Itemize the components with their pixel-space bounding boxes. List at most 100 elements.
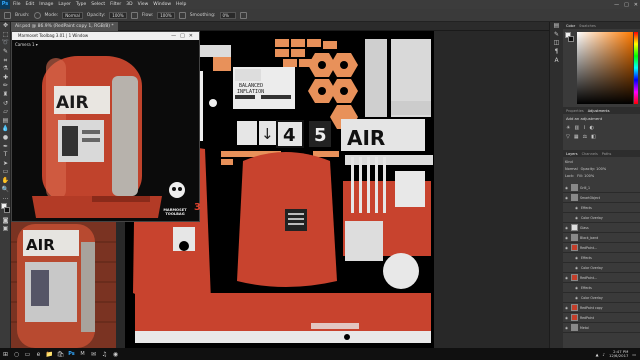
menu-view[interactable]: View xyxy=(138,2,149,7)
eyedropper-tool-icon[interactable]: ⚗ xyxy=(0,65,11,74)
hue-slider[interactable] xyxy=(634,32,638,104)
smoothing-field[interactable]: 0% xyxy=(219,11,236,19)
paragraph-panel-icon[interactable]: ¶ xyxy=(550,48,563,57)
stamp-tool-icon[interactable]: ♜ xyxy=(0,91,11,100)
layer-visibility-icon[interactable]: ◉ xyxy=(565,236,569,240)
dodge-tool-icon[interactable]: ● xyxy=(0,134,11,143)
tab-paths[interactable]: Paths xyxy=(602,152,612,156)
more-tools-icon[interactable]: … xyxy=(0,194,11,203)
mode-select[interactable]: Normal xyxy=(62,11,83,19)
healing-tool-icon[interactable]: ✚ xyxy=(0,74,11,83)
quick-mask-icon[interactable]: ◙ xyxy=(0,216,11,225)
brush-panel-icon[interactable]: ✎ xyxy=(550,31,563,40)
bw-icon[interactable]: ◧ xyxy=(591,134,596,140)
start-button-icon[interactable]: ⊞ xyxy=(0,348,11,360)
marquee-tool-icon[interactable]: ⬚ xyxy=(0,31,11,40)
tab-swatches[interactable]: Swatches xyxy=(579,24,596,28)
curves-icon[interactable]: ⌇ xyxy=(583,125,585,131)
layer-row[interactable]: ◉ Color Overlay xyxy=(563,293,640,303)
layer-row[interactable]: ◉ Black_band xyxy=(563,233,640,243)
lasso-tool-icon[interactable]: ➰ xyxy=(0,39,11,48)
layer-row[interactable]: ◉ RedPaint xyxy=(563,313,640,323)
layer-row[interactable]: ◉ RedPaint copy xyxy=(563,303,640,313)
photoshop-taskbar-icon[interactable]: Ps xyxy=(66,348,77,360)
brush-picker-icon[interactable] xyxy=(33,11,41,19)
layer-row[interactable]: ◉ Grill_1 xyxy=(563,183,640,193)
layer-visibility-icon[interactable]: ◉ xyxy=(575,286,579,290)
color-balance-icon[interactable]: ⚖ xyxy=(583,134,587,140)
pressure-opacity-icon[interactable] xyxy=(130,11,138,19)
tab-channels[interactable]: Channels xyxy=(582,152,598,156)
store-icon[interactable]: 🛍 xyxy=(55,348,66,360)
gradient-tool-icon[interactable]: ▤ xyxy=(0,117,11,126)
layer-visibility-icon[interactable]: ◉ xyxy=(575,206,579,210)
brush-tool-preset-icon[interactable] xyxy=(4,11,11,19)
search-icon[interactable]: ○ xyxy=(11,348,22,360)
menu-filter[interactable]: Filter xyxy=(110,2,121,7)
edge-browser-icon[interactable]: e xyxy=(33,348,44,360)
flow-field[interactable]: 100% xyxy=(157,11,175,19)
layer-visibility-icon[interactable]: ◉ xyxy=(565,186,569,190)
marmoset-taskbar-icon[interactable]: M xyxy=(77,348,88,360)
app-icon[interactable]: ◉ xyxy=(110,348,121,360)
file-explorer-icon[interactable]: 📁 xyxy=(44,348,55,360)
layer-blend-mode[interactable]: Normal xyxy=(565,167,578,171)
toolbag-window-controls[interactable]: —□✕ xyxy=(171,32,197,40)
layer-row[interactable]: ◉ Effects xyxy=(563,283,640,293)
menu-file[interactable]: File xyxy=(13,2,21,7)
color-bg-swatch[interactable] xyxy=(568,36,574,42)
clone-panel-icon[interactable]: ◫ xyxy=(550,39,563,48)
volume-icon[interactable]: ♪ xyxy=(603,352,605,357)
airbrush-icon[interactable] xyxy=(178,11,186,19)
toolbag-window[interactable]: Marmoset Toolbag 3.01 | 1 Window —□✕ Cam… xyxy=(11,31,201,222)
layer-row[interactable]: ◉ RedPaint... xyxy=(563,243,640,253)
color-swatches[interactable] xyxy=(0,202,10,216)
levels-icon[interactable]: ▥ xyxy=(574,125,579,131)
shape-tool-icon[interactable]: ▭ xyxy=(0,168,11,177)
path-select-tool-icon[interactable]: ➤ xyxy=(0,160,11,169)
vibrance-icon[interactable]: ▽ xyxy=(566,134,570,140)
mail-icon[interactable]: ✉ xyxy=(88,348,99,360)
layer-visibility-icon[interactable]: ◉ xyxy=(565,326,569,330)
tab-adjustments[interactable]: Adjustments xyxy=(588,109,610,113)
layer-visibility-icon[interactable]: ◉ xyxy=(575,256,579,260)
brush-tool-icon[interactable]: ✏ xyxy=(0,82,11,91)
blur-tool-icon[interactable]: 💧 xyxy=(0,125,11,134)
clock[interactable]: 2:47 PM 12/6/2017 xyxy=(609,349,628,359)
eraser-tool-icon[interactable]: ▱ xyxy=(0,108,11,117)
quick-select-tool-icon[interactable]: ✎ xyxy=(0,48,11,57)
layer-fill[interactable]: Fill: 100% xyxy=(577,174,594,178)
document-tab[interactable]: Air.psd @ 86.9% (RedPaint copy 1, RGB/8)… xyxy=(11,22,118,31)
notifications-icon[interactable]: ▭ xyxy=(632,352,636,357)
tab-layers[interactable]: Layers xyxy=(566,152,578,156)
layer-row[interactable]: ◉ Glass xyxy=(563,223,640,233)
type-tool-icon[interactable]: T xyxy=(0,151,11,160)
layer-visibility-icon[interactable]: ◉ xyxy=(575,216,579,220)
layer-visibility-icon[interactable]: ◉ xyxy=(565,196,569,200)
maximize-button[interactable]: □ xyxy=(624,2,629,8)
layer-row[interactable]: ◉ Color Overlay xyxy=(563,263,640,273)
layer-row[interactable]: ◉ Effects xyxy=(563,253,640,263)
layer-visibility-icon[interactable]: ◉ xyxy=(575,266,579,270)
layer-row[interactable]: ◉ SmartObject xyxy=(563,193,640,203)
opacity-field[interactable]: 100% xyxy=(109,11,127,19)
layer-opacity[interactable]: Opacity: 100% xyxy=(581,167,607,171)
pressure-size-icon[interactable] xyxy=(239,11,247,19)
filter-kind[interactable]: Kind xyxy=(565,160,573,164)
move-tool-icon[interactable]: ✥ xyxy=(0,22,11,31)
layer-visibility-icon[interactable]: ◉ xyxy=(565,246,569,250)
history-panel-icon[interactable]: ▤ xyxy=(550,22,563,31)
hue-sat-icon[interactable]: ▦ xyxy=(574,134,579,140)
crop-tool-icon[interactable]: ⌗ xyxy=(0,56,11,65)
layer-visibility-icon[interactable]: ◉ xyxy=(565,276,569,280)
menu-layer[interactable]: Layer xyxy=(58,2,71,7)
tab-properties[interactable]: Properties xyxy=(566,109,584,113)
layer-visibility-icon[interactable]: ◉ xyxy=(565,316,569,320)
screen-mode-icon[interactable]: ▣ xyxy=(0,225,11,234)
close-button[interactable]: ✕ xyxy=(634,2,638,8)
music-icon[interactable]: ♫ xyxy=(99,348,110,360)
layer-visibility-icon[interactable]: ◉ xyxy=(575,296,579,300)
menu-select[interactable]: Select xyxy=(91,2,105,7)
layer-row[interactable]: ◉ RedPaint... xyxy=(563,273,640,283)
menu-image[interactable]: Image xyxy=(39,2,53,7)
